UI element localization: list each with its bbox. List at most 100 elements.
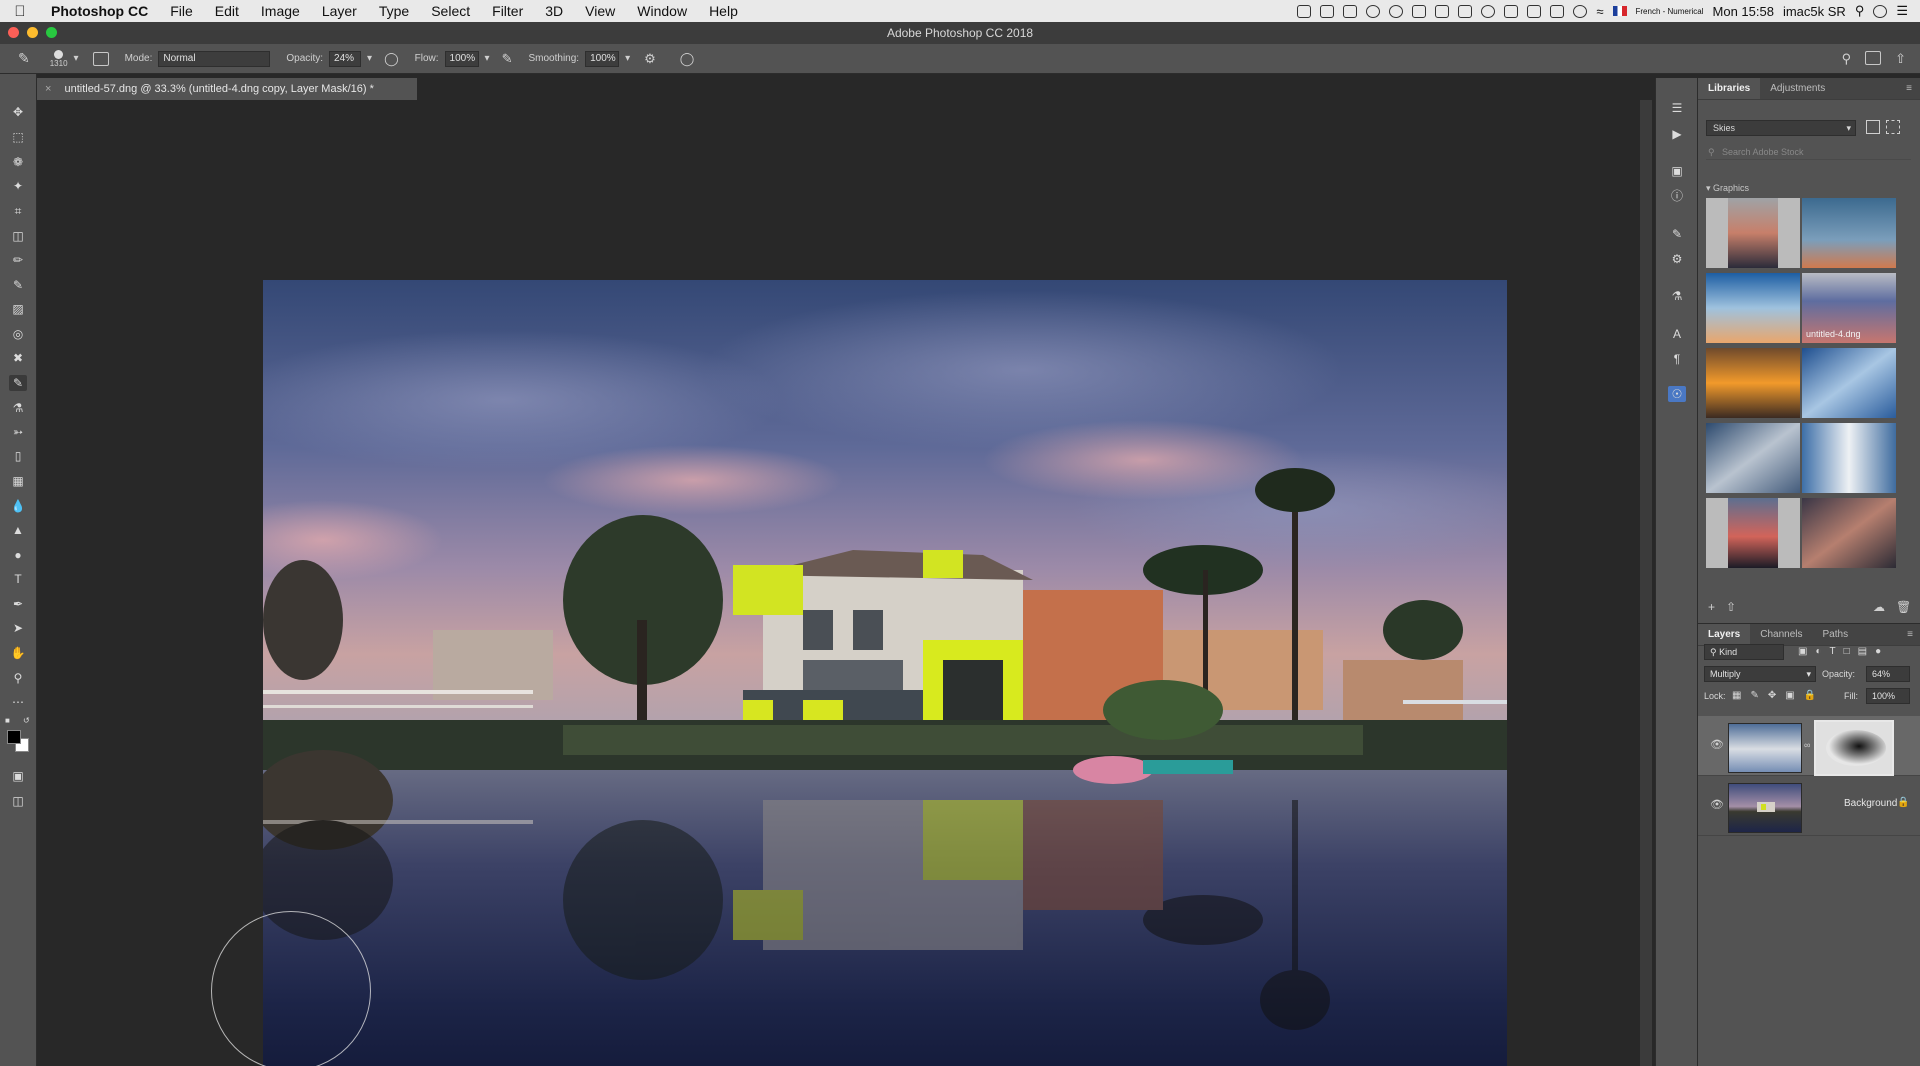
character-panel-icon[interactable]: A <box>1668 326 1686 342</box>
menu-app-name[interactable]: Photoshop CC <box>40 3 159 19</box>
eraser-tool-icon[interactable]: ▯ <box>9 448 27 464</box>
mask-link-icon[interactable]: ∞ <box>1804 740 1810 750</box>
french-flag-icon[interactable] <box>1612 6 1627 16</box>
library-thumbnail[interactable] <box>1706 348 1800 418</box>
canvas-scrollbar[interactable] <box>1640 100 1652 1066</box>
cloud-icon[interactable] <box>1481 4 1496 18</box>
healing-brush-tool-icon[interactable]: ✎ <box>9 277 27 293</box>
flow-field[interactable]: 100% <box>444 50 479 67</box>
properties-panel-icon[interactable]: ☉ <box>1668 386 1686 402</box>
pixel-filter-icon[interactable]: ▣ <box>1798 644 1807 660</box>
menu-edit[interactable]: Edit <box>204 3 250 19</box>
siri-icon[interactable] <box>1873 4 1888 18</box>
screen-record-icon[interactable] <box>1320 4 1335 18</box>
menu-help[interactable]: Help <box>698 3 749 19</box>
drop-icon[interactable] <box>1458 4 1473 18</box>
dropbox-icon[interactable] <box>1343 4 1358 18</box>
dodge-tool-icon[interactable]: ▲ <box>9 522 27 538</box>
tab-adjustments[interactable]: Adjustments <box>1760 78 1835 99</box>
library-thumbnail[interactable] <box>1706 198 1800 268</box>
search-icon[interactable]: ⚲ <box>1842 51 1852 67</box>
frame-tool-icon[interactable]: ◫ <box>9 228 27 244</box>
patch-tool-icon[interactable]: ▨ <box>9 301 27 317</box>
library-thumbnail[interactable] <box>1706 498 1800 568</box>
library-search-input[interactable]: ⚲ Search Adobe Stock <box>1706 144 1911 160</box>
library-thumbnail[interactable] <box>1706 273 1800 343</box>
menu-filter[interactable]: Filter <box>481 3 534 19</box>
menu-type[interactable]: Type <box>368 3 420 19</box>
adjustment-filter-icon[interactable]: ◐ <box>1815 644 1821 660</box>
learn-panel-icon[interactable]: ▣ <box>1668 163 1686 179</box>
fill-field[interactable]: 100% <box>1866 688 1910 704</box>
more-tools-icon[interactable]: ⋯ <box>9 694 27 710</box>
visibility-eye-icon[interactable]: 👁 <box>1710 798 1724 811</box>
library-thumbnail[interactable] <box>1802 423 1896 493</box>
pen-tool-icon[interactable]: ✒ <box>9 596 27 612</box>
menu-view[interactable]: View <box>574 3 626 19</box>
spotlight-icon[interactable]: ⚲ <box>1855 3 1865 19</box>
brush-preset-picker[interactable]: 1310 <box>50 49 68 68</box>
layer-mask-thumbnail[interactable] <box>1814 720 1894 776</box>
creative-cloud-icon[interactable] <box>1297 4 1312 18</box>
paragraph-panel-icon[interactable]: ¶ <box>1668 351 1686 367</box>
chevron-down-icon[interactable]: ▾ <box>74 53 79 64</box>
add-content-icon[interactable]: + <box>1708 600 1715 614</box>
opacity-field[interactable]: 24% <box>329 50 362 67</box>
grid-view-icon[interactable] <box>1866 120 1880 134</box>
type-filter-icon[interactable]: T <box>1830 644 1836 660</box>
lock-pixels-icon[interactable]: ✎ <box>1750 688 1758 704</box>
layer-row-background[interactable]: 👁 Background 🔒 <box>1698 776 1920 836</box>
library-thumbnail[interactable] <box>1802 348 1896 418</box>
canvas-area[interactable] <box>37 100 1640 1066</box>
gear-icon[interactable]: ⚙ <box>644 51 656 67</box>
apple-icon[interactable]:  <box>0 3 40 20</box>
library-thumbnail[interactable] <box>1802 198 1896 268</box>
layer-opacity-field[interactable]: 64% <box>1866 666 1910 682</box>
gradient-tool-icon[interactable]: ▦ <box>9 473 27 489</box>
eyedropper-tool-icon[interactable]: ✏ <box>9 252 27 268</box>
content-aware-move-icon[interactable]: ✖ <box>9 350 27 366</box>
lock-artboard-icon[interactable]: ▣ <box>1785 688 1794 704</box>
list-view-icon[interactable] <box>1886 120 1900 134</box>
brush-tool-preset-icon[interactable]: ✎ <box>18 50 30 67</box>
hand-tool-icon[interactable]: ✋ <box>9 645 27 661</box>
menu-window[interactable]: Window <box>626 3 698 19</box>
close-window-button[interactable] <box>8 27 19 38</box>
library-thumbnail[interactable]: untitled-4.dng <box>1802 273 1896 343</box>
library-select[interactable]: Skies ▾ <box>1706 120 1856 136</box>
magic-wand-tool-icon[interactable]: ✦ <box>9 178 27 194</box>
brush-tool-icon[interactable]: ✎ <box>9 375 27 391</box>
tab-layers[interactable]: Layers <box>1698 624 1751 645</box>
cloud-sync-icon[interactable]: ☁ <box>1873 600 1885 614</box>
battery-icon[interactable] <box>1504 4 1519 18</box>
pressure-size-icon[interactable]: ◯ <box>680 51 695 67</box>
quick-mask-icon[interactable]: ▣ <box>9 768 27 784</box>
pressure-opacity-icon[interactable]: ◯ <box>384 51 399 67</box>
share-icon[interactable]: ⇧ <box>1895 51 1906 67</box>
crop-tool-icon[interactable]: ⌗ <box>9 203 27 219</box>
layer-filter-select[interactable]: ⚲ Kind <box>1704 644 1784 660</box>
swap-colors-icon[interactable]: ↺ <box>23 716 30 725</box>
bluetooth-icon[interactable] <box>1573 4 1588 18</box>
type-tool-icon[interactable]: T <box>9 571 27 587</box>
shape-filter-icon[interactable]: □ <box>1844 644 1850 660</box>
clone-source-panel-icon[interactable]: ⚗ <box>1668 288 1686 304</box>
sync-icon[interactable] <box>1366 4 1381 18</box>
panel-menu-icon[interactable]: ≡ <box>1906 78 1920 99</box>
display-icon[interactable] <box>1412 4 1427 18</box>
tab-libraries[interactable]: Libraries <box>1698 78 1761 99</box>
menu-image[interactable]: Image <box>250 3 311 19</box>
timer-icon[interactable] <box>1389 4 1404 18</box>
wifi-icon[interactable]: ≈ <box>1596 4 1603 19</box>
move-tool-icon[interactable]: ✥ <box>9 104 27 120</box>
actions-panel-icon[interactable]: ▶ <box>1668 126 1686 142</box>
notification-center-icon[interactable]: ☰ <box>1896 3 1908 19</box>
sponge-tool-icon[interactable]: ● <box>9 547 27 563</box>
library-thumbnail[interactable] <box>1706 423 1800 493</box>
menu-select[interactable]: Select <box>420 3 481 19</box>
marquee-tool-icon[interactable]: ⬚ <box>9 129 27 145</box>
visibility-eye-icon[interactable]: 👁 <box>1710 738 1724 751</box>
library-thumbnail[interactable] <box>1802 498 1896 568</box>
lasso-tool-icon[interactable]: ❁ <box>9 154 27 170</box>
layer-row-sky[interactable]: 👁 ∞ <box>1698 716 1920 776</box>
